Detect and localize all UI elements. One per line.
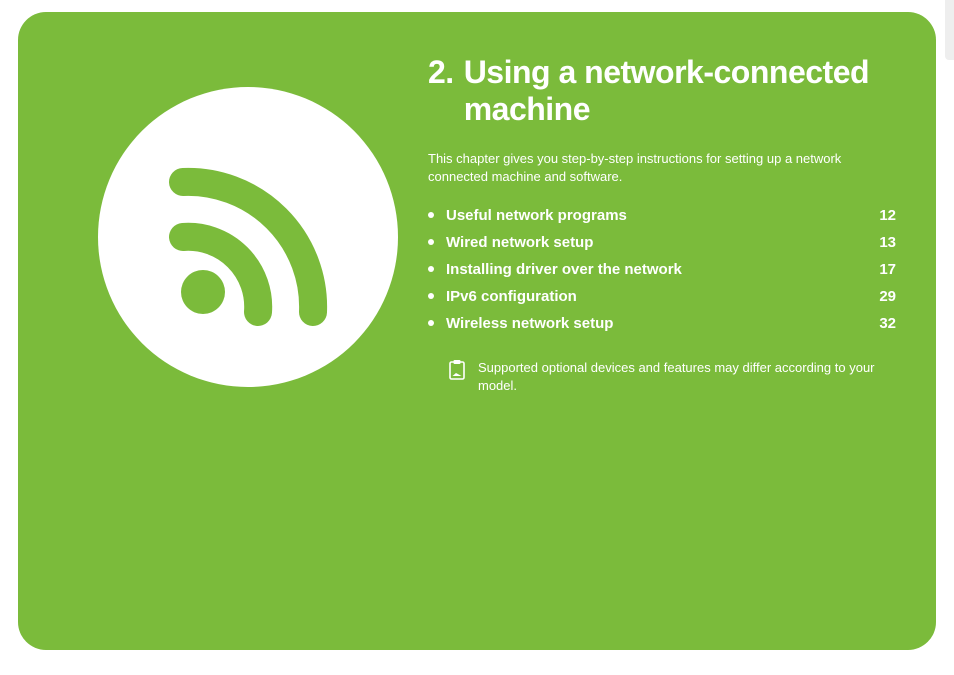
bullet-icon (428, 320, 434, 326)
wifi-icon (148, 137, 348, 337)
page-side-tab (945, 0, 954, 60)
note-text: Supported optional devices and features … (478, 359, 896, 395)
toc-item[interactable]: Useful network programs 12 (428, 202, 896, 229)
chapter-intro: This chapter gives you step-by-step inst… (428, 150, 896, 186)
chapter-title-text: Using a network-connected machine (464, 54, 896, 128)
icon-column (18, 12, 398, 650)
toc-item[interactable]: Installing driver over the network 17 (428, 256, 896, 283)
toc-item[interactable]: IPv6 configuration 29 (428, 283, 896, 310)
bullet-icon (428, 212, 434, 218)
chapter-number: 2. (428, 54, 454, 91)
toc-label: IPv6 configuration (446, 288, 879, 305)
toc-item[interactable]: Wireless network setup 32 (428, 310, 896, 337)
bullet-icon (428, 239, 434, 245)
note-block: Supported optional devices and features … (446, 359, 896, 395)
wifi-icon-circle (98, 87, 398, 387)
content-column: 2. Using a network-connected machine Thi… (398, 12, 936, 650)
toc-page: 17 (879, 261, 896, 278)
chapter-title: 2. Using a network-connected machine (428, 54, 896, 128)
toc-item[interactable]: Wired network setup 13 (428, 229, 896, 256)
table-of-contents: Useful network programs 12 Wired network… (428, 202, 896, 337)
toc-page: 13 (879, 234, 896, 251)
toc-page: 29 (879, 288, 896, 305)
toc-label: Wired network setup (446, 234, 879, 251)
toc-label: Useful network programs (446, 207, 879, 224)
bullet-icon (428, 293, 434, 299)
chapter-page: 2. Using a network-connected machine Thi… (18, 12, 936, 650)
toc-label: Wireless network setup (446, 315, 879, 332)
toc-label: Installing driver over the network (446, 261, 879, 278)
clipboard-icon (446, 359, 468, 381)
bullet-icon (428, 266, 434, 272)
toc-page: 32 (879, 315, 896, 332)
toc-page: 12 (879, 207, 896, 224)
